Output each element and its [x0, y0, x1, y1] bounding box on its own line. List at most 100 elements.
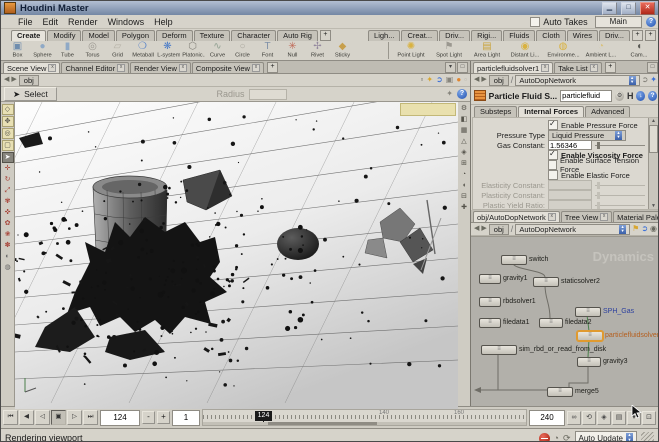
staticsolver2[interactable]: staticsolver2 — [533, 277, 559, 287]
geometry-icon[interactable]: ▣ — [446, 75, 454, 85]
secure-selection-icon[interactable]: ✦ — [446, 89, 453, 99]
select-visible-icon[interactable]: ➲ — [436, 75, 443, 85]
viewport-help-icon[interactable]: ? — [457, 89, 467, 99]
menu-render[interactable]: Render — [63, 17, 103, 27]
help-card-icon[interactable]: H — [627, 91, 634, 101]
rbdsolver1[interactable]: rbdsolver1 — [479, 297, 501, 307]
spinner-icon[interactable]: ▲▼ — [626, 433, 633, 442]
tab-close-icon[interactable]: x — [252, 64, 260, 72]
pane-tab[interactable]: Render View x — [130, 62, 191, 73]
frame-step-field[interactable] — [172, 410, 200, 426]
auto-update-dropdown[interactable]: Auto Update ▲▼ — [575, 431, 637, 442]
shelf-options-icon[interactable]: + — [645, 30, 656, 41]
paint-tool-icon[interactable]: ❀ — [2, 230, 13, 240]
sphere-tool-button[interactable]: ● Sphere — [30, 41, 55, 59]
snapshot-tool-icon[interactable]: ◍ — [2, 263, 13, 273]
close-button[interactable]: ✕ — [640, 2, 655, 15]
particlefluidsolver1[interactable]: particlefluidsolver1 — [577, 331, 603, 341]
realtime-toggle-button[interactable]: ∞ — [567, 411, 581, 425]
path-chip[interactable]: obj — [489, 75, 509, 86]
pane-menu-icon[interactable]: ▾ — [445, 62, 456, 73]
view-options-icon[interactable]: ▫ — [421, 75, 424, 85]
gravity1[interactable]: gravity1 — [479, 274, 501, 284]
pin-icon[interactable]: ➲ — [642, 75, 649, 85]
play-button[interactable]: ▷ — [67, 410, 82, 425]
range-end-field[interactable] — [529, 410, 565, 426]
handle-tool-icon[interactable]: ✜ — [2, 208, 13, 218]
add-shelf-tab-icon[interactable]: + — [320, 30, 331, 41]
font-tool-button[interactable]: T Font — [255, 41, 280, 59]
snap-toggle-icon[interactable]: ⊟ — [459, 192, 470, 202]
go-end-button[interactable]: ⏭ — [83, 410, 98, 425]
spot-light-button[interactable]: ⚑ Spot Light — [430, 41, 468, 59]
frame-decrement-button[interactable]: - — [142, 411, 155, 424]
pane-tab[interactable]: obj/AutoDopNetwork x — [473, 211, 560, 222]
flag-icon[interactable]: ⚑ — [632, 224, 639, 234]
filedata2[interactable]: filedata2 — [539, 318, 563, 328]
tab-close-icon[interactable]: x — [117, 64, 125, 72]
maximize-button[interactable]: □ — [621, 2, 636, 15]
spinner-icon[interactable]: ▲▼ — [629, 76, 636, 85]
scale-tool-icon[interactable]: ⤢ — [2, 186, 13, 196]
distant-light-button[interactable]: ◉ Distant Li... — [506, 41, 544, 59]
shelf-tab[interactable]: Rigi... — [471, 30, 502, 41]
timeline-scrollbar[interactable] — [203, 422, 526, 425]
merge5[interactable]: merge5 — [547, 387, 573, 397]
radius-field[interactable] — [249, 89, 287, 100]
pan-tool-icon[interactable]: ✥ — [2, 116, 14, 127]
box-tool-button[interactable]: ▣ Box — [5, 41, 30, 59]
surface-tension-checkbox[interactable] — [548, 160, 557, 170]
menu-edit[interactable]: Edit — [38, 17, 64, 27]
pressure-checkbox[interactable] — [548, 120, 558, 130]
shelf-tab[interactable]: Modify — [47, 30, 81, 41]
take-selector[interactable]: Main — [595, 16, 642, 28]
select-mode-button[interactable]: ➤ Select — [4, 87, 57, 101]
timeline-ruler[interactable]: 140 160 124 — [202, 409, 527, 426]
material-icon[interactable]: ● — [456, 75, 461, 85]
null-tool-button[interactable]: ✳ Null — [280, 41, 305, 59]
pane-tab[interactable]: particlefluidsolver1 x — [473, 62, 553, 73]
nav-back-icon[interactable]: ◀ — [474, 224, 479, 234]
pose-tool-icon[interactable]: ✾ — [2, 197, 13, 207]
light-toggle-icon[interactable]: ◔ — [459, 170, 470, 180]
loop-mode-button[interactable]: ⟲ — [582, 411, 596, 425]
pane-maximize-icon[interactable]: □ — [457, 62, 468, 73]
param-help-icon[interactable]: ? — [648, 91, 657, 101]
current-frame-field[interactable] — [100, 410, 140, 426]
blank-toggle-icon[interactable]: ▫ — [464, 75, 467, 85]
network-selector[interactable]: AutoDopNetwork ▲▼ — [515, 224, 630, 235]
network-selector[interactable]: AutoDopNetwork ▲▼ — [515, 75, 639, 86]
shelf-tab[interactable]: Model — [82, 30, 114, 41]
network-canvas[interactable]: Dynamics switch gravity1 — [471, 236, 659, 406]
camera-button[interactable]: ◖ Cam... — [620, 41, 658, 59]
add-pane-tab-icon[interactable]: + — [605, 62, 616, 73]
path-chip[interactable]: obj — [19, 75, 39, 86]
environment-light-button[interactable]: ◍ Environme... — [544, 41, 582, 59]
handles-toggle-icon[interactable]: ✚ — [459, 203, 470, 213]
pane-tab[interactable]: Scene View x — [3, 62, 60, 73]
gas-constant-slider[interactable] — [595, 141, 647, 149]
shelf-tab[interactable]: Wires — [567, 30, 598, 41]
curve-tool-button[interactable]: ∿ Curve — [205, 41, 230, 59]
visibility-tool-icon[interactable]: ◐ — [2, 252, 13, 262]
cook-icon[interactable]: ◔ — [554, 433, 559, 442]
shelf-tab[interactable]: Ligh... — [368, 30, 400, 41]
normals-toggle-icon[interactable]: △ — [459, 137, 470, 147]
range-slider-button[interactable]: ▤ — [612, 411, 626, 425]
folder-tab[interactable]: Advanced — [585, 106, 630, 117]
wireframe-toggle-icon[interactable]: ▦ — [459, 126, 470, 136]
lsystem-tool-button[interactable]: ❋ L-system — [155, 41, 180, 59]
pressure-type-dropdown[interactable]: Liquid Pressure ▲▼ — [548, 130, 626, 141]
tab-close-icon[interactable]: x — [600, 213, 608, 221]
pane-tab[interactable]: Tree View x — [561, 211, 612, 222]
sticky-note[interactable] — [400, 103, 456, 116]
sim_rbd_or_read_from_disk[interactable]: sim_rbd_or_read_from_disk — [481, 345, 517, 355]
scrollbar-thumb[interactable] — [649, 125, 658, 153]
play-reverse-button[interactable]: ◁ — [35, 410, 50, 425]
auto-takes-checkbox[interactable] — [530, 17, 540, 27]
shelf-tab[interactable]: Polygon — [116, 30, 155, 41]
shelf-tab[interactable]: Deform — [156, 30, 193, 41]
zoom-tool-icon[interactable]: ◎ — [2, 128, 14, 139]
rotate-tool-icon[interactable]: ↻ — [2, 175, 13, 185]
menu-file[interactable]: File — [13, 17, 38, 27]
